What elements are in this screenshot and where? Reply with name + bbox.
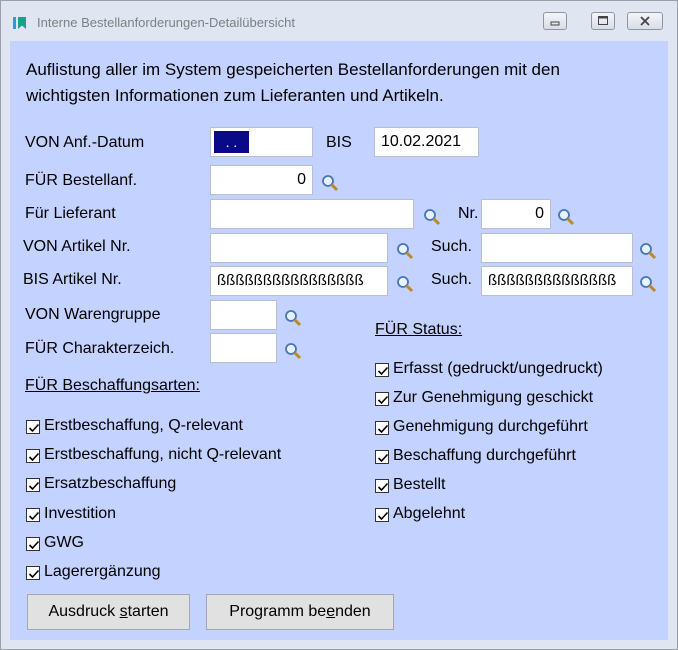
checkmark-icon xyxy=(377,424,389,434)
bis-such-field[interactable]: ßßßßßßßßßßßßßß xyxy=(481,266,633,296)
checkmark-icon xyxy=(377,511,389,521)
warengruppe-label: VON Warengruppe xyxy=(25,306,161,323)
von-artikel-field[interactable] xyxy=(210,233,388,263)
print-button[interactable]: Ausdruck starten xyxy=(27,594,190,630)
von-such-field[interactable] xyxy=(481,233,633,263)
close-button[interactable] xyxy=(627,12,663,30)
status-checkbox-1[interactable] xyxy=(375,392,389,406)
bestellanf-search-icon[interactable] xyxy=(320,173,340,193)
print-button-hotkey: s xyxy=(119,603,128,620)
intro-line-2: wichtigsten Informationen zum Lieferante… xyxy=(26,86,444,105)
charakter-search-icon[interactable] xyxy=(283,341,303,361)
von-artikel-search-icon[interactable] xyxy=(395,241,415,261)
exit-button-label-pre: Programm be xyxy=(229,603,327,620)
charakter-field[interactable] xyxy=(210,333,277,363)
nr-search-icon[interactable] xyxy=(556,207,576,227)
lieferant-search-icon[interactable] xyxy=(422,207,442,227)
status-checkbox-label-4[interactable]: Bestellt xyxy=(393,476,445,494)
checkmark-icon xyxy=(28,511,40,520)
status-checkbox-2[interactable] xyxy=(375,421,389,435)
status-checkbox-label-3[interactable]: Beschaffung durchgeführt xyxy=(393,447,576,465)
charakter-label: FÜR Charakterzeich. xyxy=(25,340,175,357)
beschaffung-checkbox-3[interactable] xyxy=(26,507,40,522)
checkmark-icon xyxy=(28,540,40,549)
nr-field[interactable]: 0 xyxy=(481,199,551,229)
maximize-icon xyxy=(598,16,608,25)
title-bar[interactable]: Interne Bestellanforderungen-Detailübers… xyxy=(1,1,677,41)
checkmark-icon xyxy=(28,453,40,462)
checkmark-icon xyxy=(377,395,389,405)
status-checkbox-0[interactable] xyxy=(375,363,389,377)
nr-label: Nr. xyxy=(458,205,479,222)
bis-such-search-icon[interactable] xyxy=(638,274,658,294)
bis-such-label: Such. xyxy=(431,271,472,288)
status-checkbox-label-1[interactable]: Zur Genehmigung geschickt xyxy=(393,389,593,407)
print-button-label-post: tarten xyxy=(127,603,169,620)
close-icon xyxy=(640,16,650,26)
beschaffung-checkbox-1[interactable] xyxy=(26,449,40,464)
beschaffung-checkbox-0[interactable] xyxy=(26,420,40,434)
checkmark-icon xyxy=(377,366,389,376)
von-artikel-label: VON Artikel Nr. xyxy=(23,238,131,255)
status-checkbox-3[interactable] xyxy=(375,450,389,464)
bis-datum-field[interactable]: 10.02.2021 xyxy=(374,127,479,157)
beschaffung-heading: FÜR Beschaffungsarten: xyxy=(25,377,200,394)
beschaffung-checkbox-label-4[interactable]: GWG xyxy=(44,534,84,552)
checkmark-icon xyxy=(28,423,40,433)
beschaffung-checkbox-label-5[interactable]: Lagerergänzung xyxy=(44,563,161,581)
lieferant-field[interactable] xyxy=(210,199,414,229)
checkmark-icon xyxy=(28,569,40,579)
bis-label: BIS xyxy=(326,134,352,151)
bestellanf-label: FÜR Bestellanf. xyxy=(25,172,138,189)
window-title: Interne Bestellanforderungen-Detailübers… xyxy=(37,15,295,30)
von-such-label: Such. xyxy=(431,238,472,255)
checkmark-icon xyxy=(377,482,389,492)
bis-artikel-search-icon[interactable] xyxy=(395,274,415,294)
status-checkbox-label-2[interactable]: Genehmigung durchgeführt xyxy=(393,418,588,436)
beschaffung-checkbox-label-3[interactable]: Investition xyxy=(44,505,116,523)
warengruppe-field[interactable] xyxy=(210,300,277,330)
beschaffung-checkbox-2[interactable] xyxy=(26,478,40,493)
beschaffung-checkbox-label-2[interactable]: Ersatzbeschaffung xyxy=(44,475,176,493)
beschaffung-checkbox-label-1[interactable]: Erstbeschaffung, nicht Q-relevant xyxy=(44,446,281,464)
maximize-button[interactable] xyxy=(591,12,615,30)
minimize-icon xyxy=(550,21,560,26)
app-window: Interne Bestellanforderungen-Detailübers… xyxy=(0,0,678,650)
bis-artikel-field[interactable]: ßßßßßßßßßßßßßßßß xyxy=(210,266,388,296)
status-checkbox-label-5[interactable]: Abgelehnt xyxy=(393,505,465,523)
minimize-button[interactable] xyxy=(543,12,567,30)
exit-button-hotkey: e xyxy=(326,603,336,620)
status-checkbox-label-0[interactable]: Erfasst (gedruckt/ungedruckt) xyxy=(393,360,603,378)
bis-artikel-label: BIS Artikel Nr. xyxy=(23,271,122,288)
warengruppe-search-icon[interactable] xyxy=(283,308,303,328)
status-heading: FÜR Status: xyxy=(375,321,463,338)
von-datum-label: VON Anf.-Datum xyxy=(25,134,145,151)
status-checkbox-4[interactable] xyxy=(375,479,389,493)
beschaffung-checkbox-label-0[interactable]: Erstbeschaffung, Q-relevant xyxy=(44,417,243,435)
beschaffung-checkbox-4[interactable] xyxy=(26,536,40,551)
print-button-label-pre: Ausdruck xyxy=(48,603,120,620)
von-datum-selection: . . xyxy=(214,131,249,153)
von-such-search-icon[interactable] xyxy=(638,241,658,261)
status-checkbox-5[interactable] xyxy=(375,508,389,522)
checkmark-icon xyxy=(377,453,389,463)
von-datum-field[interactable]: . . xyxy=(210,127,313,157)
exit-button[interactable]: Programm beenden xyxy=(206,594,394,630)
app-icon xyxy=(13,17,26,29)
bestellanf-field[interactable]: 0 xyxy=(210,165,313,195)
exit-button-label-post: nden xyxy=(335,603,371,620)
beschaffung-checkbox-5[interactable] xyxy=(26,566,40,580)
lieferant-label: Für Lieferant xyxy=(25,205,116,222)
main-panel: Auflistung aller im System gespeicherten… xyxy=(10,41,668,640)
intro-line-1: Auflistung aller im System gespeicherten… xyxy=(26,60,560,79)
checkmark-icon xyxy=(28,482,40,491)
